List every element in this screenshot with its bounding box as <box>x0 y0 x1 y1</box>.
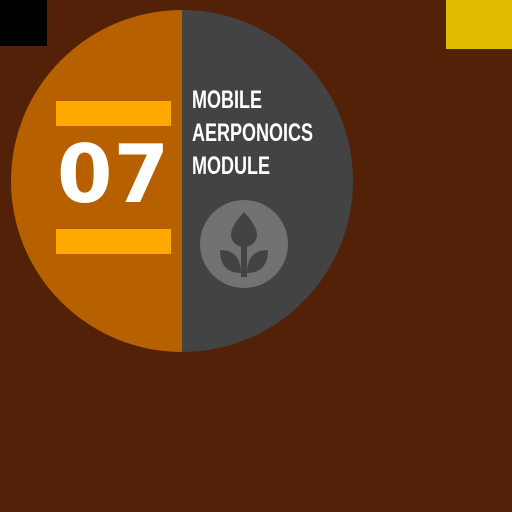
badge-left-half: 07 <box>11 10 182 352</box>
badge-bottom-bar <box>56 229 171 254</box>
corner-yellow-block <box>446 0 512 49</box>
canvas: 07 MOBILE AERPONOICS MODULE <box>0 0 512 512</box>
module-title-line-1: MOBILE <box>192 86 262 114</box>
module-title-line-3: MODULE <box>192 152 270 180</box>
module-title: MOBILE AERPONOICS MODULE <box>192 84 352 183</box>
badge-top-bar <box>56 101 171 126</box>
sprout-icon-stem <box>241 245 247 277</box>
sprout-leaf-icon <box>200 200 288 288</box>
module-badge: 07 MOBILE AERPONOICS MODULE <box>11 10 353 352</box>
module-number: 07 <box>56 128 171 221</box>
module-title-line-2: AERPONOICS <box>192 119 314 147</box>
